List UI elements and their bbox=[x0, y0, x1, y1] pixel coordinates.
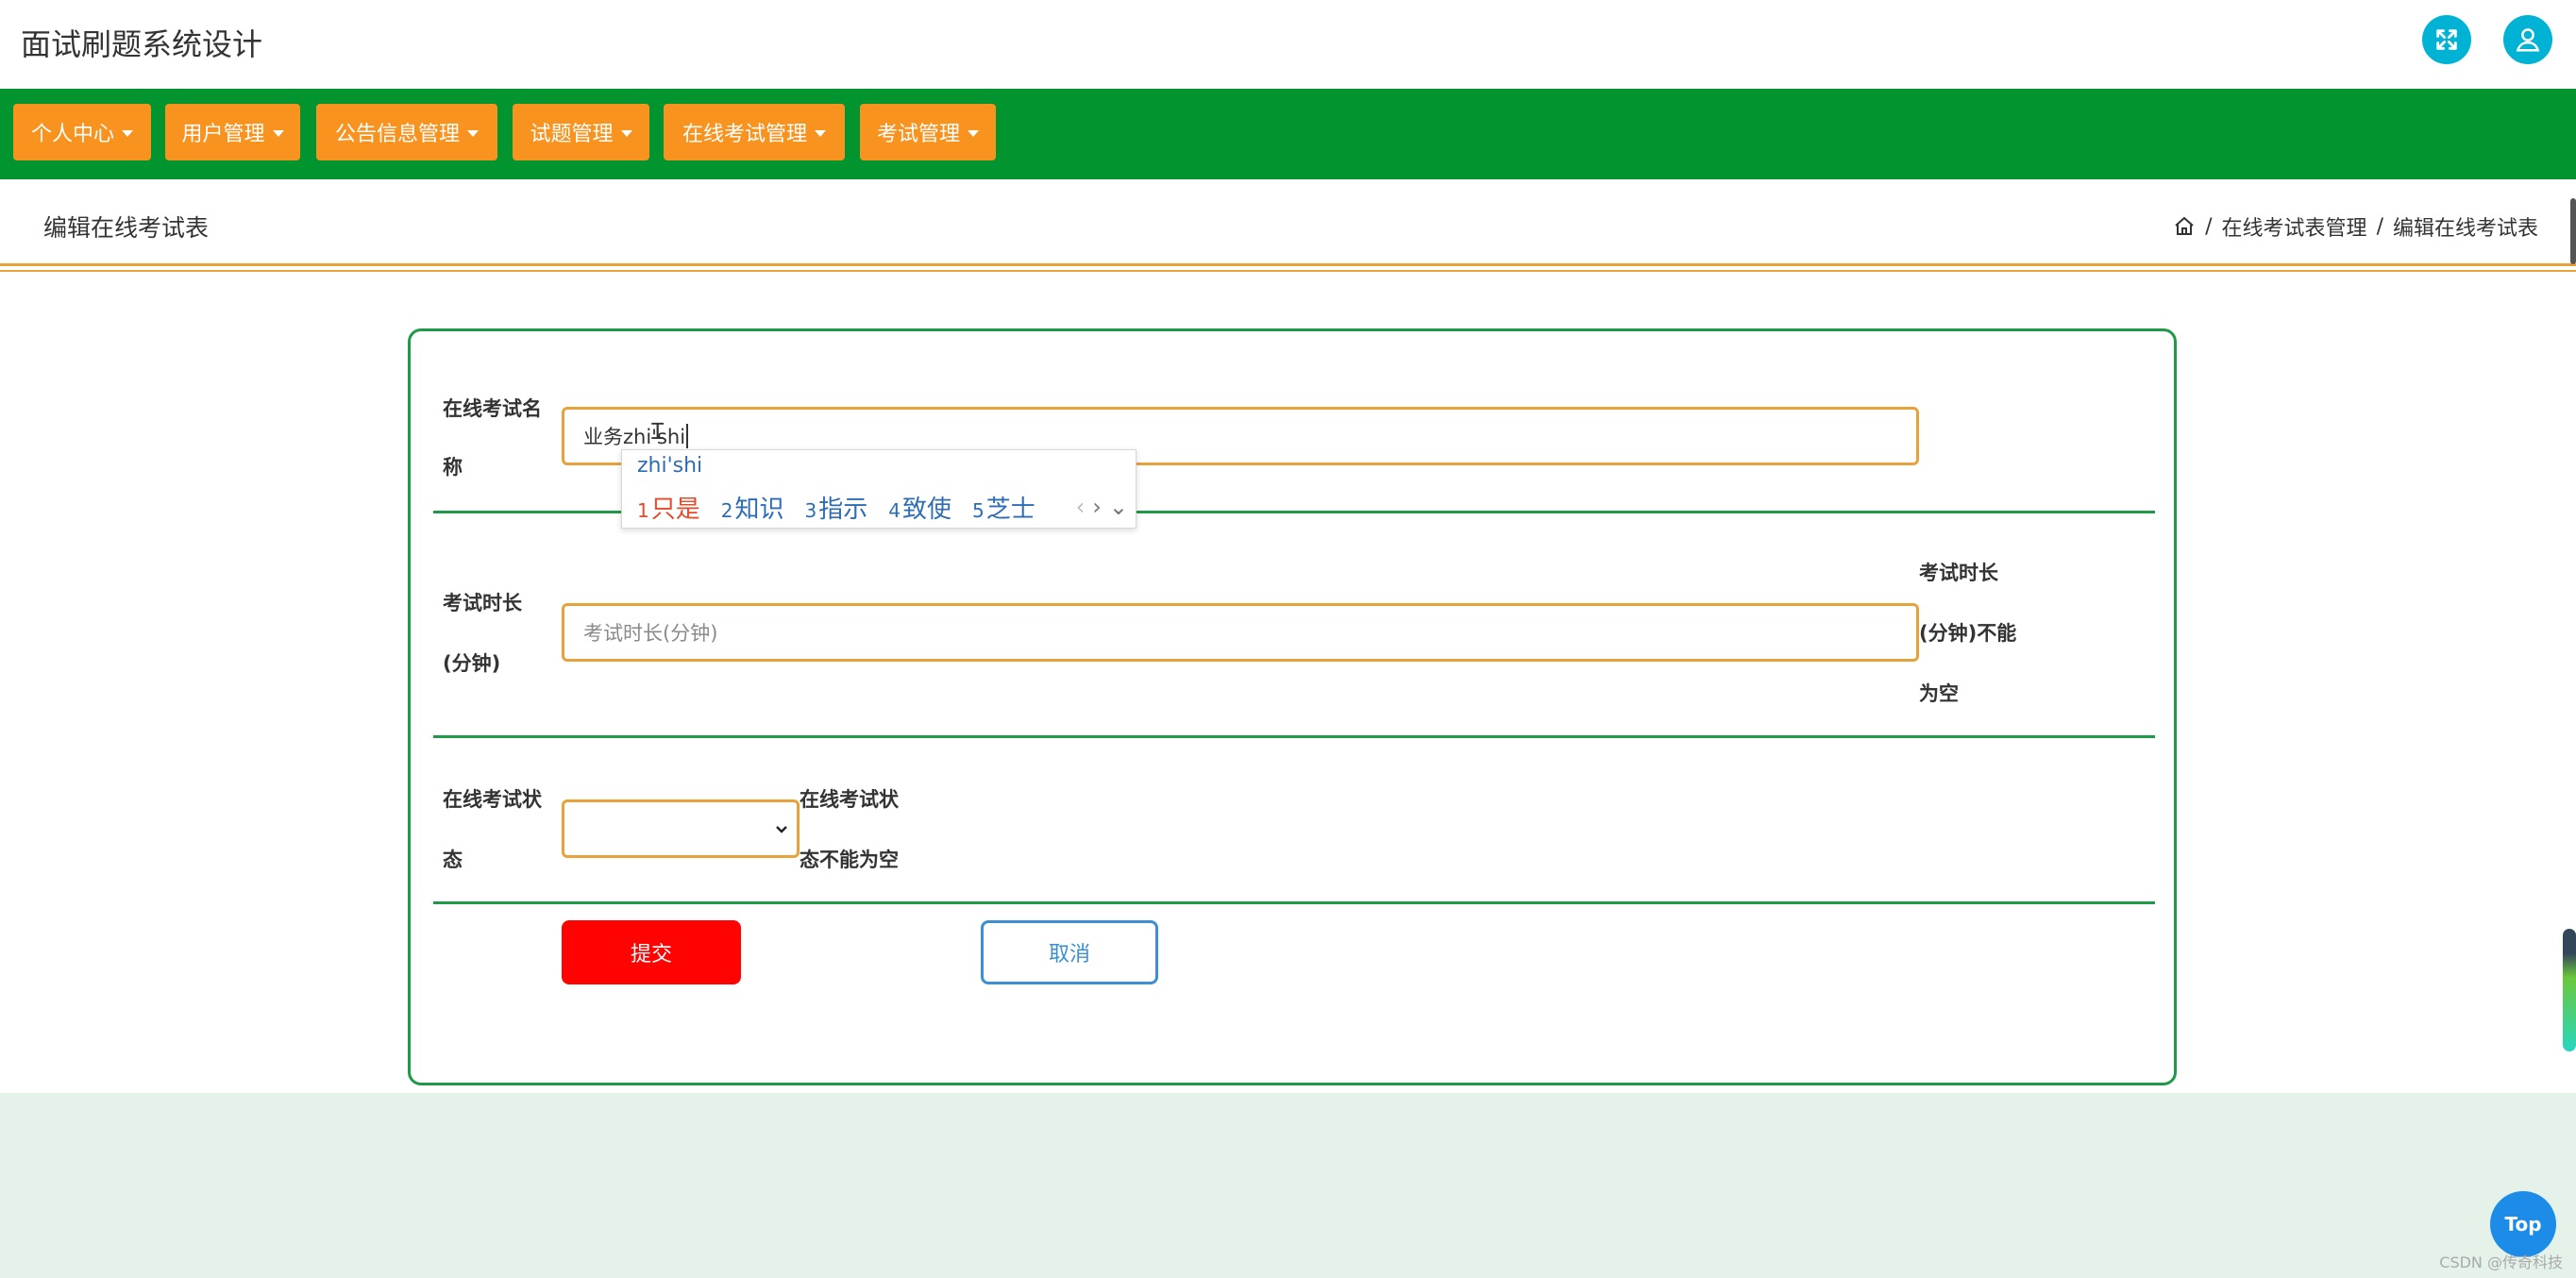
duration-label-line2: (分钟) bbox=[443, 652, 501, 675]
caret-down-icon bbox=[272, 129, 284, 137]
nav-notice-management[interactable]: 公告信息管理 bbox=[316, 104, 497, 160]
scroll-indicator[interactable] bbox=[2563, 929, 2576, 1051]
nav-exam-management[interactable]: 考试管理 bbox=[860, 104, 996, 160]
row-separator bbox=[433, 735, 2155, 738]
side-scroll-grip[interactable] bbox=[2570, 198, 2576, 264]
ime-composition: zhi'shi bbox=[637, 454, 703, 478]
row-separator bbox=[433, 901, 2155, 904]
submit-button[interactable]: 提交 bbox=[562, 920, 741, 984]
user-icon bbox=[2516, 28, 2540, 52]
breadcrumb: / 在线考试表管理 / 编辑在线考试表 bbox=[2173, 211, 2538, 242]
chevron-down-icon bbox=[776, 826, 787, 833]
exam-name-label-line2: 称 bbox=[443, 456, 463, 479]
nav-online-exam-management[interactable]: 在线考试管理 bbox=[664, 104, 845, 160]
ime-candidate-text: 芝士 bbox=[985, 496, 1035, 524]
nav-label: 个人中心 bbox=[30, 123, 114, 146]
exam-name-label-line1: 在线考试名 bbox=[443, 397, 542, 420]
nav-label: 公告信息管理 bbox=[334, 123, 460, 146]
duration-error-line3: 为空 bbox=[1919, 682, 1959, 705]
caret-down-icon bbox=[122, 129, 133, 137]
ime-candidate-number: 5 bbox=[972, 499, 985, 522]
back-to-top-button[interactable]: Top bbox=[2490, 1191, 2556, 1257]
text-caret bbox=[686, 424, 689, 448]
ime-candidate[interactable]: 5芝士 bbox=[972, 490, 1035, 525]
ime-expand-icon[interactable]: ⌄ bbox=[1109, 494, 1128, 520]
breadcrumb-current: 编辑在线考试表 bbox=[2392, 217, 2538, 241]
main-navbar: 个人中心 用户管理 公告信息管理 试题管理 在线考试管理 考试管理 bbox=[0, 89, 2576, 179]
nav-label: 在线考试管理 bbox=[682, 123, 807, 146]
nav-question-management[interactable]: 试题管理 bbox=[513, 104, 649, 160]
breadcrumb-separator: / bbox=[2376, 214, 2383, 239]
ime-candidate-number: 1 bbox=[637, 499, 649, 522]
ime-candidate[interactable]: 2知识 bbox=[721, 490, 784, 525]
ime-pager: ‹ › ⌄ bbox=[1076, 494, 1128, 520]
home-icon[interactable] bbox=[2173, 215, 2196, 238]
expand-icon bbox=[2436, 29, 2457, 50]
caret-down-icon bbox=[467, 129, 479, 137]
status-error-line2: 态不能为空 bbox=[800, 849, 899, 871]
duration-label-line1: 考试时长 bbox=[443, 592, 522, 614]
nav-personal-center[interactable]: 个人中心 bbox=[13, 104, 151, 160]
status-label-line2: 态 bbox=[443, 849, 463, 871]
nav-label: 试题管理 bbox=[530, 123, 614, 146]
exam-name-value: 业务zhi'shi bbox=[583, 426, 686, 448]
duration-input[interactable]: 考试时长(分钟) bbox=[562, 603, 1919, 662]
status-label-line1: 在线考试状 bbox=[443, 788, 542, 811]
nav-label: 用户管理 bbox=[181, 123, 265, 146]
text-cursor-icon: Ɪ bbox=[651, 418, 665, 445]
page-footer-background bbox=[0, 1093, 2576, 1278]
fullscreen-button[interactable] bbox=[2422, 15, 2471, 64]
breadcrumb-separator: / bbox=[2205, 214, 2213, 239]
breadcrumb-parent[interactable]: 在线考试表管理 bbox=[2222, 211, 2367, 242]
ime-next-icon[interactable]: › bbox=[1092, 494, 1102, 520]
ime-candidate-text: 致使 bbox=[901, 496, 951, 524]
ime-candidate-list: 1只是 2知识 3指示 4致使 5芝士 bbox=[637, 490, 1035, 525]
ime-candidate-number: 3 bbox=[804, 499, 817, 522]
app-title: 面试刷题系统设计 bbox=[21, 26, 263, 62]
ime-candidate-number: 2 bbox=[720, 499, 733, 522]
ime-candidate-text: 只是 bbox=[650, 496, 700, 524]
duration-placeholder: 考试时长(分钟) bbox=[583, 622, 718, 645]
ime-candidate[interactable]: 4致使 bbox=[888, 490, 951, 525]
ime-candidate-popup: zhi'shi 1只是 2知识 3指示 4致使 5芝士 ‹ › ⌄ bbox=[621, 449, 1136, 529]
status-error-line1: 在线考试状 bbox=[800, 788, 899, 811]
watermark: CSDN @传奇科技 bbox=[2439, 1253, 2563, 1271]
duration-error-line2: (分钟)不能 bbox=[1919, 622, 2017, 645]
cancel-button[interactable]: 取消 bbox=[981, 920, 1158, 984]
nav-label: 考试管理 bbox=[876, 123, 960, 146]
edit-form-card: 在线考试名 称 业务zhi'shi 考试时长 (分钟) 考试时长(分钟) 考试时… bbox=[408, 328, 2177, 1085]
status-select[interactable] bbox=[562, 799, 800, 858]
ime-prev-icon[interactable]: ‹ bbox=[1076, 494, 1086, 520]
nav-user-management[interactable]: 用户管理 bbox=[165, 104, 300, 160]
caret-down-icon bbox=[968, 129, 979, 137]
page-title: 编辑在线考试表 bbox=[43, 214, 210, 242]
ime-candidate-text: 指示 bbox=[818, 496, 868, 524]
caret-down-icon bbox=[815, 129, 826, 137]
ime-candidate[interactable]: 1只是 bbox=[637, 490, 700, 525]
ime-candidate[interactable]: 3指示 bbox=[805, 490, 868, 525]
page-heading-bar: 编辑在线考试表 / 在线考试表管理 / 编辑在线考试表 bbox=[0, 179, 2576, 272]
duration-error-line1: 考试时长 bbox=[1919, 562, 1998, 584]
ime-candidate-number: 4 bbox=[888, 499, 901, 522]
top-header: 面试刷题系统设计 bbox=[0, 0, 2576, 89]
user-menu-button[interactable] bbox=[2503, 15, 2552, 64]
caret-down-icon bbox=[620, 129, 632, 137]
ime-candidate-text: 知识 bbox=[734, 496, 784, 524]
